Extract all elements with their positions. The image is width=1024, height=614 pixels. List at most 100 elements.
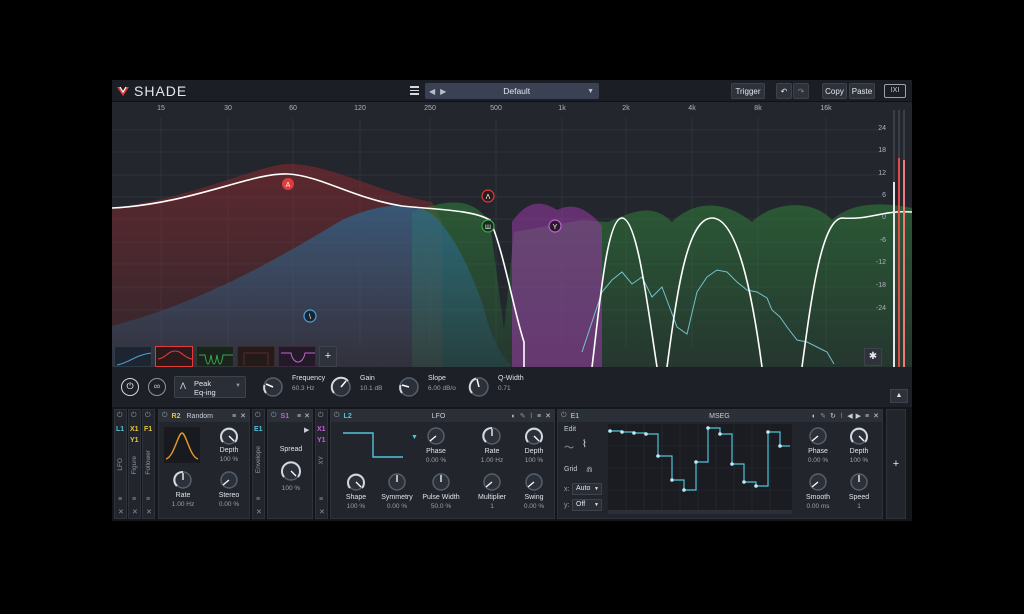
add-modulator-button[interactable]: + <box>886 409 906 519</box>
menu-icon[interactable] <box>410 86 419 95</box>
mseg-speed-value[interactable]: 1 <box>841 503 877 510</box>
mseg-y-select[interactable]: Off ▼ <box>572 499 602 511</box>
magnet-icon[interactable]: ⋒ <box>586 465 593 474</box>
lfo-shape-value[interactable]: 100 % <box>338 503 374 510</box>
tab-close-icon[interactable]: ✕ <box>146 508 152 516</box>
edit-icon[interactable]: ✎ <box>520 412 526 420</box>
menu-icon[interactable]: ≡ <box>865 413 869 420</box>
tab-menu-icon[interactable]: ≡ <box>319 496 323 503</box>
qwidth-knob[interactable] <box>468 376 490 398</box>
draw-step-icon[interactable]: ⌇ <box>582 439 587 450</box>
mseg-speed-knob[interactable] <box>849 472 869 492</box>
lfo-depth-value[interactable]: 100 % <box>516 457 552 464</box>
lfo-rate-value[interactable]: 1.00 Hz <box>474 457 510 464</box>
mseg-editor[interactable] <box>608 424 792 514</box>
power-icon[interactable]: ⏻ <box>162 412 168 420</box>
power-icon[interactable]: ⏻ <box>334 412 340 420</box>
slope-value[interactable]: 6.00 dB/o <box>428 385 456 392</box>
power-icon[interactable]: ⏻ <box>271 412 277 420</box>
tab-close-icon[interactable]: ✕ <box>319 508 325 516</box>
mseg-depth-knob[interactable] <box>849 426 869 446</box>
random-depth-value[interactable]: 100 % <box>213 456 245 463</box>
wave-icon[interactable]: ⌇ <box>530 412 533 420</box>
next-icon[interactable]: ▶ <box>856 412 861 420</box>
gain-knob[interactable] <box>330 376 352 398</box>
band-thumb-blue[interactable] <box>114 346 152 367</box>
spread-value[interactable]: 100 % <box>272 485 310 492</box>
draw-line-icon[interactable]: 〜 <box>564 439 574 454</box>
mseg-scrollbar[interactable] <box>608 510 792 514</box>
follower-tab[interactable]: ⏻ F1 Follower ≡ ✕ <box>142 409 155 519</box>
menu-icon[interactable]: ≡ <box>297 413 301 420</box>
trigger-button[interactable]: Trigger <box>731 83 765 99</box>
random-rate-value[interactable]: 1.00 Hz <box>165 501 201 508</box>
envelope-tab[interactable]: ⏻ E1 Envelope ≡ ✕ <box>252 409 265 519</box>
close-icon[interactable]: ✕ <box>545 412 551 420</box>
copy-button[interactable]: Copy <box>822 83 847 99</box>
mseg-phase-knob[interactable] <box>808 426 828 446</box>
preset-selector[interactable]: ◀ ▶ Default ▼ <box>425 83 599 99</box>
random-stereo-value[interactable]: 0.00 % <box>213 501 245 508</box>
lfo-phase-knob[interactable] <box>426 426 446 446</box>
retrigger-icon[interactable]: ◐ <box>512 413 516 420</box>
prev-icon[interactable]: ◀ <box>847 412 852 420</box>
lfo-pulse-width-knob[interactable] <box>431 472 451 492</box>
band-stereo-button[interactable]: ∞ <box>148 378 166 396</box>
eq-settings-button[interactable]: ✱ <box>864 348 882 366</box>
lfo-pulse-width-value[interactable]: 50.0 % <box>423 503 459 510</box>
spread-knob[interactable] <box>280 460 302 482</box>
mseg-depth-value[interactable]: 100 % <box>841 457 877 464</box>
mseg-phase-value[interactable]: 0.00 % <box>800 457 836 464</box>
eq-graph[interactable]: A Λ Ш Y \ <box>112 102 912 367</box>
lfo-multiplier-value[interactable]: 1 <box>474 503 510 510</box>
close-icon[interactable]: ✕ <box>873 412 879 420</box>
close-icon[interactable]: ✕ <box>304 412 310 420</box>
tab-power-icon[interactable]: ⏻ <box>318 412 324 420</box>
lfo-shape-knob[interactable] <box>346 472 366 492</box>
tab-menu-icon[interactable]: ≡ <box>146 496 150 503</box>
mseg-smooth-value[interactable]: 0.00 ms <box>800 503 836 510</box>
collapse-button[interactable]: ▲ <box>890 389 908 403</box>
tab-close-icon[interactable]: ✕ <box>256 508 262 516</box>
band-type-dropdown[interactable]: Λ Peak Eq-ing ▼ <box>174 376 246 398</box>
gain-value[interactable]: 10.1 dB <box>360 385 382 392</box>
qwidth-value[interactable]: 0.71 <box>498 385 511 392</box>
close-icon[interactable]: ✕ <box>240 412 246 420</box>
play-icon[interactable]: ▶ <box>304 426 309 434</box>
random-depth-knob[interactable] <box>219 426 239 446</box>
undo-button[interactable]: ↶ <box>776 83 792 99</box>
tab-close-icon[interactable]: ✕ <box>132 508 138 516</box>
add-band-button[interactable]: + <box>319 346 337 367</box>
waveform-dropdown-icon[interactable]: ▼ <box>411 434 418 441</box>
lfo-phase-value[interactable]: 0.00 % <box>418 457 454 464</box>
mseg-x-select[interactable]: Auto ▼ <box>572 483 602 495</box>
lfo-symmetry-knob[interactable] <box>387 472 407 492</box>
lfo-rate-knob[interactable] <box>482 426 502 446</box>
loop-icon[interactable]: ↻ <box>830 412 836 420</box>
paste-button[interactable]: Paste <box>849 83 875 99</box>
lfo-swing-knob[interactable] <box>524 472 544 492</box>
tab-close-icon[interactable]: ✕ <box>118 508 124 516</box>
preset-prev-icon[interactable]: ◀ <box>429 87 435 96</box>
frequency-value[interactable]: 60.3 Hz <box>292 385 314 392</box>
band-thumb-dark[interactable] <box>237 346 275 367</box>
mseg-smooth-knob[interactable] <box>808 472 828 492</box>
band-thumb-pink[interactable] <box>278 346 316 367</box>
frequency-knob[interactable] <box>262 376 284 398</box>
edit-icon[interactable]: ✎ <box>820 412 826 420</box>
xy-tab[interactable]: ⏻ X1 Y1 XY ≡ ✕ <box>315 409 328 519</box>
wave-icon[interactable]: ⌇ <box>840 412 843 420</box>
tab-menu-icon[interactable]: ≡ <box>132 496 136 503</box>
redo-button[interactable]: ↷ <box>793 83 809 99</box>
retrigger-icon[interactable]: ◐ <box>812 413 816 420</box>
tab-power-icon[interactable]: ⏻ <box>255 412 261 420</box>
tab-power-icon[interactable]: ⏻ <box>117 412 123 420</box>
preset-dropdown-icon[interactable]: ▼ <box>587 88 594 95</box>
lfo-multiplier-knob[interactable] <box>482 472 502 492</box>
band-thumb-red[interactable] <box>155 346 193 367</box>
power-icon[interactable]: ⏻ <box>561 412 567 420</box>
random-rate-knob[interactable] <box>173 470 193 490</box>
lfo-depth-knob[interactable] <box>524 426 544 446</box>
random-stereo-knob[interactable] <box>219 470 239 490</box>
tab-power-icon[interactable]: ⏻ <box>145 412 151 420</box>
